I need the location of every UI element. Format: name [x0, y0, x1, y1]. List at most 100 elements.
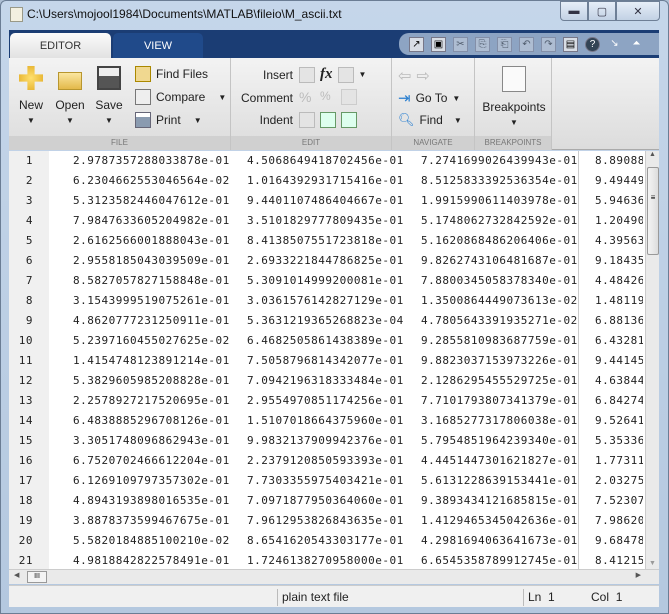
value-cell: 1.20490 — [595, 214, 643, 227]
navigate-group-label: NAVIGATE — [392, 136, 474, 150]
print-button[interactable]: Print ▼ — [135, 112, 202, 128]
comment-icon[interactable]: % — [299, 89, 315, 105]
switch-windows-icon[interactable]: ▤ — [563, 36, 578, 52]
find-files-button[interactable]: Find Files — [135, 66, 208, 82]
value-cell: 6.2304662553046564e-02 — [73, 174, 230, 187]
insert-dropdown-icon[interactable]: ▼ — [359, 70, 367, 79]
value-cell: 5.3829605985208828e-01 — [73, 374, 230, 387]
file-icon — [10, 7, 23, 22]
value-cell: 1.9915990611403978e-01 — [421, 194, 578, 207]
copy-icon[interactable]: ⎘ — [475, 36, 490, 52]
value-cell: 4.5068649418702456e-01 — [247, 154, 404, 167]
undock-icon[interactable]: ↘ — [607, 37, 622, 52]
text-line[interactable]: 20 5.5820184885100210e-02 8.65416205433031… — [9, 531, 645, 551]
value-cell: 7.7303355975403421e-01 — [247, 474, 404, 487]
smart-indent-icon[interactable] — [299, 112, 315, 128]
value-cell: 1.4154748123891214e-01 — [73, 354, 230, 367]
text-line[interactable]: 7 8.5827057827158848e-01 5.309101499920008… — [9, 271, 645, 291]
paste-icon[interactable]: ⎗ — [497, 36, 512, 52]
back-arrow-icon[interactable]: ⇦ — [398, 66, 411, 86]
text-line[interactable]: 18 4.8943193898016535e-01 7.09718779503640… — [9, 491, 645, 511]
value-cell: 4.4451447301621827e-01 — [421, 454, 578, 467]
value-cell: 6.1269109797357302e-01 — [73, 474, 230, 487]
value-cell: 9.49449 — [595, 174, 643, 187]
value-cell: 4.7805643391935271e-02 — [421, 314, 578, 327]
value-cell: 4.39563 — [595, 234, 643, 247]
scroll-up-icon[interactable]: ▲ — [646, 151, 659, 158]
window-title: C:\Users\mojool1984\Documents\MATLAB\fil… — [27, 7, 342, 21]
horizontal-scroll-thumb[interactable]: III — [27, 571, 47, 583]
value-cell: 2.03275 — [595, 474, 643, 487]
value-cell: 2.6162566001888043e-01 — [73, 234, 230, 247]
line-number: 4 — [25, 214, 33, 227]
text-line[interactable]: 4 7.9847633605204982e-01 3.510182977780943… — [9, 211, 645, 231]
increase-indent-icon[interactable] — [320, 112, 336, 128]
line-status: Ln 1 — [523, 589, 579, 606]
vertical-scrollbar[interactable]: ▲ ≡ ▼ — [645, 151, 659, 569]
uncomment-icon[interactable]: % — [320, 89, 336, 105]
line-number: 9 — [25, 314, 33, 327]
breakpoints-button[interactable]: Breakpoints ▼ — [479, 66, 549, 127]
value-cell: 9.4401107486404667e-01 — [247, 194, 404, 207]
breakpoints-group-label: BREAKPOINTS — [475, 136, 551, 150]
value-cell: 8.4138507551723818e-01 — [247, 234, 404, 247]
wrap-comments-icon[interactable] — [341, 89, 357, 105]
value-cell: 2.9787357288033878e-01 — [73, 154, 230, 167]
close-button[interactable]: ✕ — [616, 1, 660, 21]
value-cell: 3.1543999519075261e-01 — [73, 294, 230, 307]
text-line[interactable]: 5 2.6162566001888043e-01 8.413850755172381… — [9, 231, 645, 251]
decrease-indent-icon[interactable] — [341, 112, 357, 128]
text-line[interactable]: 8 3.1543999519075261e-01 3.036157614282712… — [9, 291, 645, 311]
find-button[interactable]: 🔍︎ Find ▼ — [398, 112, 462, 128]
text-line[interactable]: 15 3.3051748096862943e-01 9.98321379099423… — [9, 431, 645, 451]
line-number: 6 — [25, 254, 33, 267]
minimize-button[interactable]: ▬ — [560, 1, 588, 21]
quick-access-toolbar: ↗ ▣ ✂ ⎘ ⎗ ↶ ↷ ▤ ? ↘ ⏶ — [399, 33, 659, 55]
value-cell: 1.0164392931715416e-01 — [247, 174, 404, 187]
text-line[interactable]: 10 5.2397160455027625e-02 6.46825058614383… — [9, 331, 645, 351]
function-icon[interactable]: fx — [320, 66, 333, 83]
text-line[interactable]: 1 2.9787357288033878e-01 4.506864941870245… — [9, 151, 645, 171]
text-line[interactable]: 3 5.3123582446047612e-01 9.440110748640466… — [9, 191, 645, 211]
tab-editor[interactable]: EDITOR — [10, 33, 111, 58]
new-button[interactable]: New ▼ — [13, 66, 49, 125]
text-line[interactable]: 21 4.9818842822578491e-01 1.72461382709580… — [9, 551, 645, 569]
text-line[interactable]: 19 3.8878373599467675e-01 7.96129538268436… — [9, 511, 645, 531]
text-line[interactable]: 9 4.8620777231250911e-01 5.363121936526882… — [9, 311, 645, 331]
maximize-button[interactable]: ▢ — [588, 1, 616, 21]
goto-button[interactable]: ⇥ Go To ▼ — [398, 89, 460, 107]
cut-icon[interactable]: ✂ — [453, 36, 468, 52]
text-line[interactable]: 2 6.2304662553046564e-02 1.016439293171541… — [9, 171, 645, 191]
value-cell: 8.41215 — [595, 554, 643, 567]
text-line[interactable]: 17 6.1269109797357302e-01 7.73033559754034… — [9, 471, 645, 491]
value-cell: 5.94636 — [595, 194, 643, 207]
scroll-right-icon[interactable]: ▶ — [636, 571, 641, 579]
insert-section-icon[interactable] — [299, 66, 315, 83]
text-line[interactable]: 6 2.9558185043039509e-01 2.693322184478682… — [9, 251, 645, 271]
new-window-icon[interactable]: ↗ — [409, 36, 424, 52]
insert-function-icon[interactable] — [337, 66, 354, 83]
value-cell: 7.2741699026439943e-01 — [421, 154, 578, 167]
tab-view[interactable]: VIEW — [113, 33, 203, 58]
vertical-scroll-thumb[interactable]: ≡ — [647, 167, 659, 255]
compare-button[interactable]: Compare ▼ — [135, 89, 226, 105]
redo-icon[interactable]: ↷ — [541, 36, 556, 52]
value-cell: 6.6545358789912745e-01 — [421, 554, 578, 567]
help-icon[interactable]: ? — [585, 36, 600, 52]
undo-icon[interactable]: ↶ — [519, 36, 534, 52]
save-button[interactable]: Save ▼ — [91, 66, 127, 125]
text-line[interactable]: 14 6.4838885296708126e-01 1.51070186643759… — [9, 411, 645, 431]
line-number: 21 — [18, 554, 33, 567]
text-line[interactable]: 13 2.2578927217520695e-01 2.95549708511742… — [9, 391, 645, 411]
minimize-toolstrip-icon[interactable]: ⏶ — [629, 37, 644, 52]
horizontal-scrollbar[interactable]: ◀ III ▶ — [9, 569, 659, 584]
scroll-down-icon[interactable]: ▼ — [646, 560, 659, 567]
save-icon[interactable]: ▣ — [431, 36, 446, 52]
open-button[interactable]: Open ▼ — [52, 66, 88, 125]
text-line[interactable]: 12 5.3829605985208828e-01 7.09421963183334… — [9, 371, 645, 391]
text-editor[interactable]: 1 2.9787357288033878e-01 4.506864941870245… — [9, 151, 659, 569]
scroll-left-icon[interactable]: ◀ — [14, 571, 19, 579]
text-line[interactable]: 16 6.7520702466612204e-01 2.23791208505933… — [9, 451, 645, 471]
text-line[interactable]: 11 1.4154748123891214e-01 7.50587968143420… — [9, 351, 645, 371]
forward-arrow-icon[interactable]: ⇨ — [416, 66, 429, 86]
